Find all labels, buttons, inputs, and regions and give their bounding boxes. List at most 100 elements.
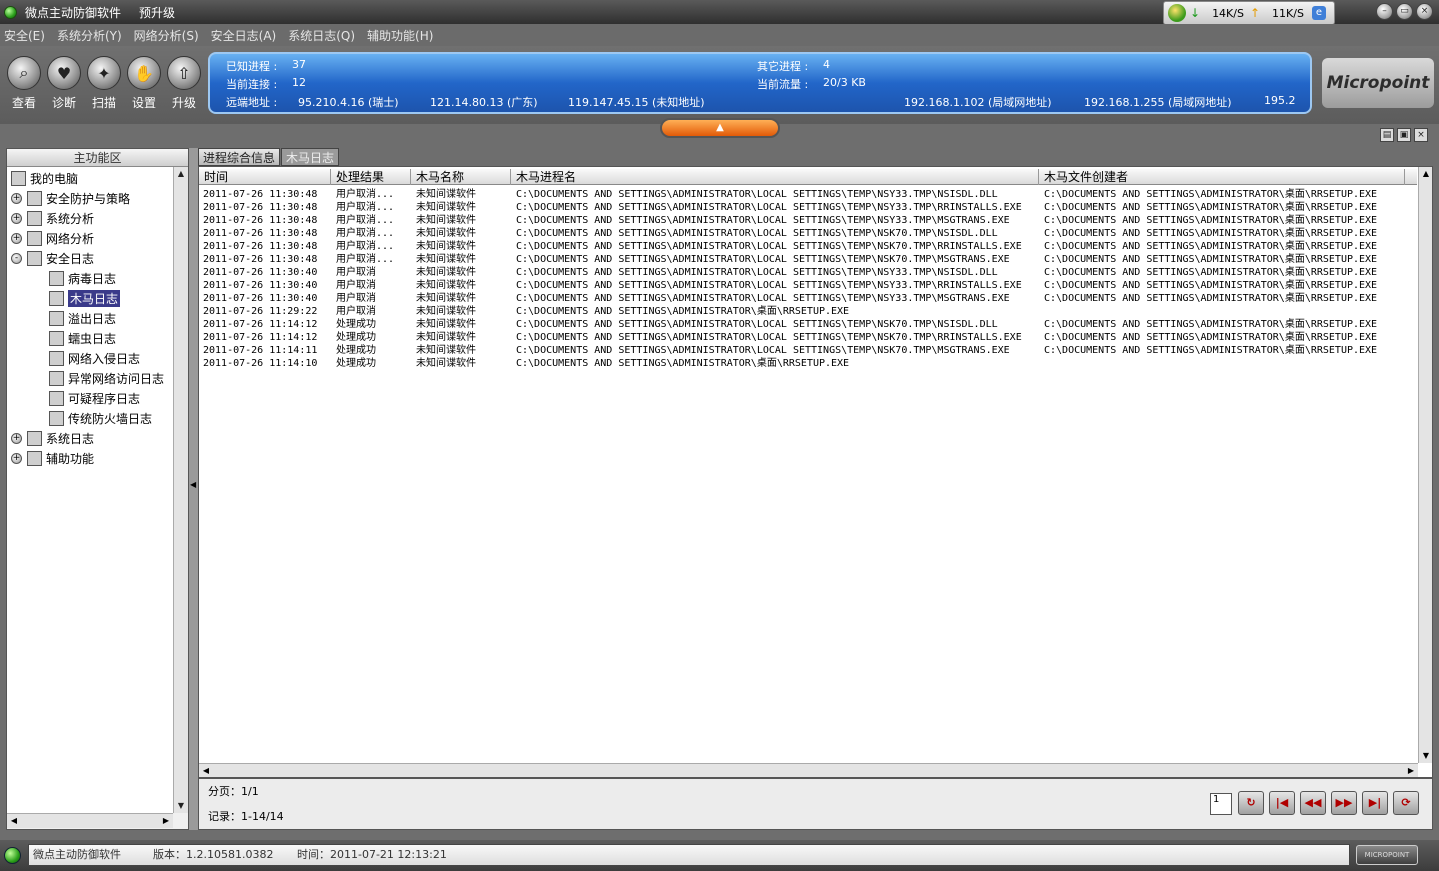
- tree-item[interactable]: + 系统日志: [11, 429, 94, 447]
- remote-address[interactable]: 192.168.1.255 (局域网地址): [1084, 94, 1232, 110]
- expand-icon[interactable]: +: [11, 452, 22, 464]
- tab-process-info[interactable]: 进程综合信息: [198, 148, 281, 166]
- tree-item[interactable]: 蠕虫日志: [49, 329, 116, 347]
- expand-icon[interactable]: +: [11, 212, 22, 224]
- view-button[interactable]: ⌕ 查看: [4, 56, 44, 111]
- upgrade-button[interactable]: ⇧ 升级: [164, 56, 204, 111]
- table-row[interactable]: 2011-07-26 11:14:11 处理成功 未知间谍软件 C:\DOCUMENT…: [199, 344, 1417, 357]
- collapse-icon[interactable]: -: [11, 252, 22, 264]
- table-row[interactable]: 2011-07-26 11:30:40 用户取消 未知间谍软件 C:\DOCUMENT…: [199, 279, 1417, 292]
- remote-address[interactable]: 121.14.80.13 (广东): [430, 94, 538, 110]
- pane-splitter[interactable]: ◀: [189, 148, 198, 830]
- table-row[interactable]: 2011-07-26 11:30:48 用户取消... 未知间谍软件 C:\DOCUM…: [199, 188, 1417, 201]
- table-vertical-scrollbar[interactable]: ▲ ▼: [1418, 167, 1432, 763]
- collapse-left-icon[interactable]: ◀: [190, 480, 196, 489]
- scan-button[interactable]: ✦ 扫描: [84, 56, 124, 111]
- tree-vertical-scrollbar[interactable]: ▲ ▼: [173, 167, 188, 813]
- expand-icon[interactable]: +: [11, 192, 22, 204]
- tree-item-label: 我的电脑: [30, 171, 79, 186]
- tree-item[interactable]: + 网络分析: [11, 229, 94, 247]
- pre-upgrade-link[interactable]: 预升级: [139, 4, 175, 21]
- panel-title: 主功能区: [7, 149, 188, 167]
- scroll-right-icon[interactable]: ▶: [1405, 765, 1417, 777]
- prev-page-icon: ◀◀: [1304, 796, 1322, 809]
- table-cell: C:\DOCUMENTS AND SETTINGS\ADMINISTRATOR\…: [516, 228, 998, 239]
- table-row[interactable]: 2011-07-26 11:30:48 用户取消... 未知间谍软件 C:\DOCUM…: [199, 227, 1417, 240]
- scroll-up-icon[interactable]: ▲: [1420, 168, 1432, 180]
- tree-item[interactable]: 传统防火墙日志: [49, 409, 152, 427]
- tree-item[interactable]: 我的电脑: [11, 169, 78, 187]
- column-header-process-name[interactable]: 木马进程名: [511, 169, 1039, 185]
- refresh-button[interactable]: ↻: [1238, 791, 1264, 815]
- tree-item[interactable]: 溢出日志: [49, 309, 116, 327]
- table-row[interactable]: 2011-07-26 11:14:12 处理成功 未知间谍软件 C:\DOCUMENT…: [199, 318, 1417, 331]
- tree-item[interactable]: + 系统分析: [11, 209, 94, 227]
- close-icon[interactable]: ×: [1416, 3, 1433, 20]
- column-header-time[interactable]: 时间: [199, 169, 331, 185]
- column-header-file-creator[interactable]: 木马文件创建者: [1039, 169, 1405, 185]
- remote-address[interactable]: 195.2: [1264, 94, 1296, 107]
- tree-item-label: 网络入侵日志: [68, 351, 141, 366]
- page-number-input[interactable]: 1: [1210, 793, 1232, 815]
- network-speed-widget[interactable]: ↓ 14K/S ↑ 11K/S e: [1163, 1, 1335, 25]
- menu-network-analysis[interactable]: 网络分析(S): [134, 27, 199, 44]
- last-page-button[interactable]: ▶|: [1362, 791, 1388, 815]
- window-view-icon[interactable]: ▣: [1397, 128, 1411, 142]
- tree-item[interactable]: 网络入侵日志: [49, 349, 140, 367]
- expand-icon[interactable]: +: [11, 432, 22, 444]
- restore-icon[interactable]: ▭: [1396, 3, 1413, 20]
- table-row[interactable]: 2011-07-26 11:30:48 用户取消... 未知间谍软件 C:\DOCUM…: [199, 214, 1417, 227]
- remote-address[interactable]: 119.147.45.15 (未知地址): [568, 94, 705, 110]
- tree-item[interactable]: 病毒日志: [49, 269, 116, 287]
- scroll-right-icon[interactable]: ▶: [160, 815, 172, 827]
- tree-item[interactable]: - 安全日志: [11, 249, 94, 267]
- prev-page-button[interactable]: ◀◀: [1300, 791, 1326, 815]
- table-row[interactable]: 2011-07-26 11:14:10 处理成功 未知间谍软件 C:\DOCUMENT…: [199, 357, 1417, 370]
- next-page-button[interactable]: ▶▶: [1331, 791, 1357, 815]
- table-horizontal-scrollbar[interactable]: ◀ ▶: [199, 763, 1418, 777]
- settings-label: 设置: [131, 96, 156, 110]
- window-controls: – ▭ ×: [1376, 3, 1433, 20]
- table-row[interactable]: 2011-07-26 11:30:40 用户取消 未知间谍软件 C:\DOCUMENT…: [199, 266, 1417, 279]
- settings-button[interactable]: ✋ 设置: [124, 56, 164, 111]
- diagnose-button[interactable]: ♥ 诊断: [44, 56, 84, 111]
- table-row[interactable]: 2011-07-26 11:30:48 用户取消... 未知间谍软件 C:\DOCUM…: [199, 201, 1417, 214]
- tree-item[interactable]: 木马日志: [49, 289, 121, 307]
- first-page-button[interactable]: |◀: [1269, 791, 1295, 815]
- browser-icon[interactable]: e: [1311, 6, 1326, 20]
- remote-address[interactable]: 192.168.1.102 (局域网地址): [904, 94, 1052, 110]
- close-view-icon[interactable]: ×: [1414, 128, 1428, 142]
- reload-button[interactable]: ⟳: [1393, 791, 1419, 815]
- tab-trojan-log[interactable]: 木马日志: [281, 148, 340, 166]
- column-header-result[interactable]: 处理结果: [331, 169, 411, 185]
- minimize-icon[interactable]: –: [1376, 3, 1393, 20]
- menu-system-log[interactable]: 系统日志(Q): [288, 27, 355, 44]
- scroll-left-icon[interactable]: ◀: [8, 815, 20, 827]
- table-row[interactable]: 2011-07-26 11:30:48 用户取消... 未知间谍软件 C:\DOCUM…: [199, 240, 1417, 253]
- tree-horizontal-scrollbar[interactable]: ◀ ▶: [7, 813, 173, 828]
- remote-address[interactable]: 95.210.4.16 (瑞士): [298, 94, 399, 110]
- collapse-panel-button[interactable]: ▲: [660, 118, 780, 138]
- table-cell: 2011-07-26 11:30:48: [203, 254, 318, 265]
- menu-security[interactable]: 安全(E): [4, 27, 45, 44]
- tree-item[interactable]: 异常网络访问日志: [49, 369, 164, 387]
- scroll-up-icon[interactable]: ▲: [175, 168, 187, 180]
- scroll-down-icon[interactable]: ▼: [175, 800, 187, 812]
- table-row[interactable]: 2011-07-26 11:30:40 用户取消 未知间谍软件 C:\DOCUMENT…: [199, 292, 1417, 305]
- menu-system-analysis[interactable]: 系统分析(Y): [57, 27, 122, 44]
- tree-item[interactable]: + 安全防护与策略: [11, 189, 130, 207]
- column-header-trojan-name[interactable]: 木马名称: [411, 169, 511, 185]
- table-row[interactable]: 2011-07-26 11:14:12 处理成功 未知间谍软件 C:\DOCUMENT…: [199, 331, 1417, 344]
- menu-tools[interactable]: 辅助功能(H): [367, 27, 433, 44]
- status-time: 时间：2011-07-21 12:13:21: [297, 848, 447, 861]
- scroll-down-icon[interactable]: ▼: [1420, 750, 1432, 762]
- tree-item[interactable]: 可疑程序日志: [49, 389, 140, 407]
- expand-icon[interactable]: +: [11, 232, 22, 244]
- tree-item[interactable]: + 辅助功能: [11, 449, 94, 467]
- table-row[interactable]: 2011-07-26 11:30:48 用户取消... 未知间谍软件 C:\DOCUM…: [199, 253, 1417, 266]
- scroll-left-icon[interactable]: ◀: [200, 765, 212, 777]
- tile-view-icon[interactable]: ▤: [1380, 128, 1394, 142]
- menu-security-log[interactable]: 安全日志(A): [211, 27, 277, 44]
- table-row[interactable]: 2011-07-26 11:29:22 用户取消 未知间谍软件 C:\DOCUMENT…: [199, 305, 1417, 318]
- remote-address-label: 远端地址 :: [226, 96, 278, 109]
